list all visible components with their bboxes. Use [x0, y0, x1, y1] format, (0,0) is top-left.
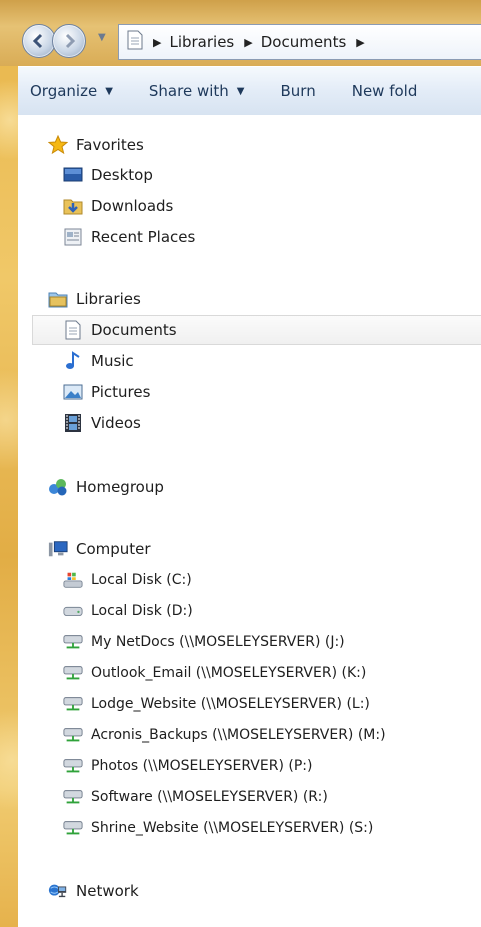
nav-item-network-drive-p[interactable]: Photos (\\MOSELEYSERVER) (P:) [63, 752, 312, 780]
nav-item-downloads[interactable]: Downloads [63, 192, 173, 220]
music-note-icon [63, 351, 83, 371]
nav-favorites[interactable]: Favorites [48, 131, 144, 159]
nav-item-local-disk-c[interactable]: Local Disk (C:) [63, 566, 192, 594]
libraries-icon [48, 289, 68, 309]
document-icon [63, 320, 83, 340]
nav-item-network-drive-l[interactable]: Lodge_Website (\\MOSELEYSERVER) (L:) [63, 690, 370, 718]
computer-icon [48, 539, 68, 559]
document-icon [127, 30, 143, 54]
recent-pages-dropdown[interactable]: ▼ [98, 32, 106, 43]
network-drive-icon [63, 663, 83, 683]
nav-libraries[interactable]: Libraries [48, 285, 141, 313]
nav-item-network-drive-r[interactable]: Software (\\MOSELEYSERVER) (R:) [63, 783, 328, 811]
address-bar[interactable]: ▶ Libraries ▶ Documents ▶ [118, 24, 481, 60]
breadcrumb-documents[interactable]: Documents [261, 33, 347, 51]
command-bar: Organize ▼ Share with ▼ Burn New fold [18, 66, 481, 116]
network-drive-icon [63, 787, 83, 807]
nav-item-desktop[interactable]: Desktop [63, 161, 153, 189]
network-drive-icon [63, 694, 83, 714]
recent-places-icon [63, 227, 83, 247]
nav-computer[interactable]: Computer [48, 535, 151, 563]
address-row: ▼ ▶ Libraries ▶ Documents ▶ [0, 0, 481, 66]
share-with-button[interactable]: Share with ▼ [127, 82, 259, 100]
drive-icon [63, 601, 83, 621]
nav-item-network-drive-j[interactable]: My NetDocs (\\MOSELEYSERVER) (J:) [63, 628, 345, 656]
nav-item-videos[interactable]: Videos [63, 409, 141, 437]
network-drive-icon [63, 756, 83, 776]
chevron-down-icon: ▼ [105, 85, 113, 97]
chevron-down-icon: ▼ [236, 85, 245, 97]
nav-item-documents-selected[interactable]: Documents [32, 315, 481, 345]
nav-item-pictures[interactable]: Pictures [63, 378, 150, 406]
navigation-pane: Favorites Desktop Downloads Recent Place… [18, 115, 481, 927]
nav-item-music[interactable]: Music [63, 347, 134, 375]
video-film-icon [63, 413, 83, 433]
desktop-icon [63, 165, 83, 185]
network-drive-icon [63, 725, 83, 745]
forward-button[interactable] [52, 24, 86, 58]
network-icon [48, 881, 68, 901]
back-button[interactable] [22, 24, 56, 58]
new-folder-button[interactable]: New fold [330, 82, 432, 100]
breadcrumb-separator[interactable]: ▶ [244, 36, 252, 49]
forward-arrow-icon [65, 33, 76, 49]
system-drive-icon [63, 570, 83, 590]
breadcrumb-separator[interactable]: ▶ [356, 36, 364, 49]
breadcrumb-libraries[interactable]: Libraries [169, 33, 234, 51]
nav-homegroup[interactable]: Homegroup [48, 473, 164, 501]
network-drive-icon [63, 632, 83, 652]
network-drive-icon [63, 818, 83, 838]
burn-button[interactable]: Burn [259, 82, 330, 100]
nav-item-network-drive-s[interactable]: Shrine_Website (\\MOSELEYSERVER) (S:) [63, 814, 373, 842]
organize-button[interactable]: Organize ▼ [18, 82, 127, 100]
downloads-folder-icon [63, 196, 83, 216]
pictures-icon [63, 382, 83, 402]
homegroup-icon [48, 477, 68, 497]
nav-item-network-drive-m[interactable]: Acronis_Backups (\\MOSELEYSERVER) (M:) [63, 721, 386, 749]
back-arrow-icon [32, 33, 43, 49]
nav-item-recent-places[interactable]: Recent Places [63, 223, 195, 251]
nav-item-network-drive-k[interactable]: Outlook_Email (\\MOSELEYSERVER) (K:) [63, 659, 366, 687]
nav-network[interactable]: Network [48, 877, 139, 905]
nav-item-local-disk-d[interactable]: Local Disk (D:) [63, 597, 193, 625]
star-icon [48, 135, 68, 155]
breadcrumb-separator[interactable]: ▶ [153, 36, 161, 49]
